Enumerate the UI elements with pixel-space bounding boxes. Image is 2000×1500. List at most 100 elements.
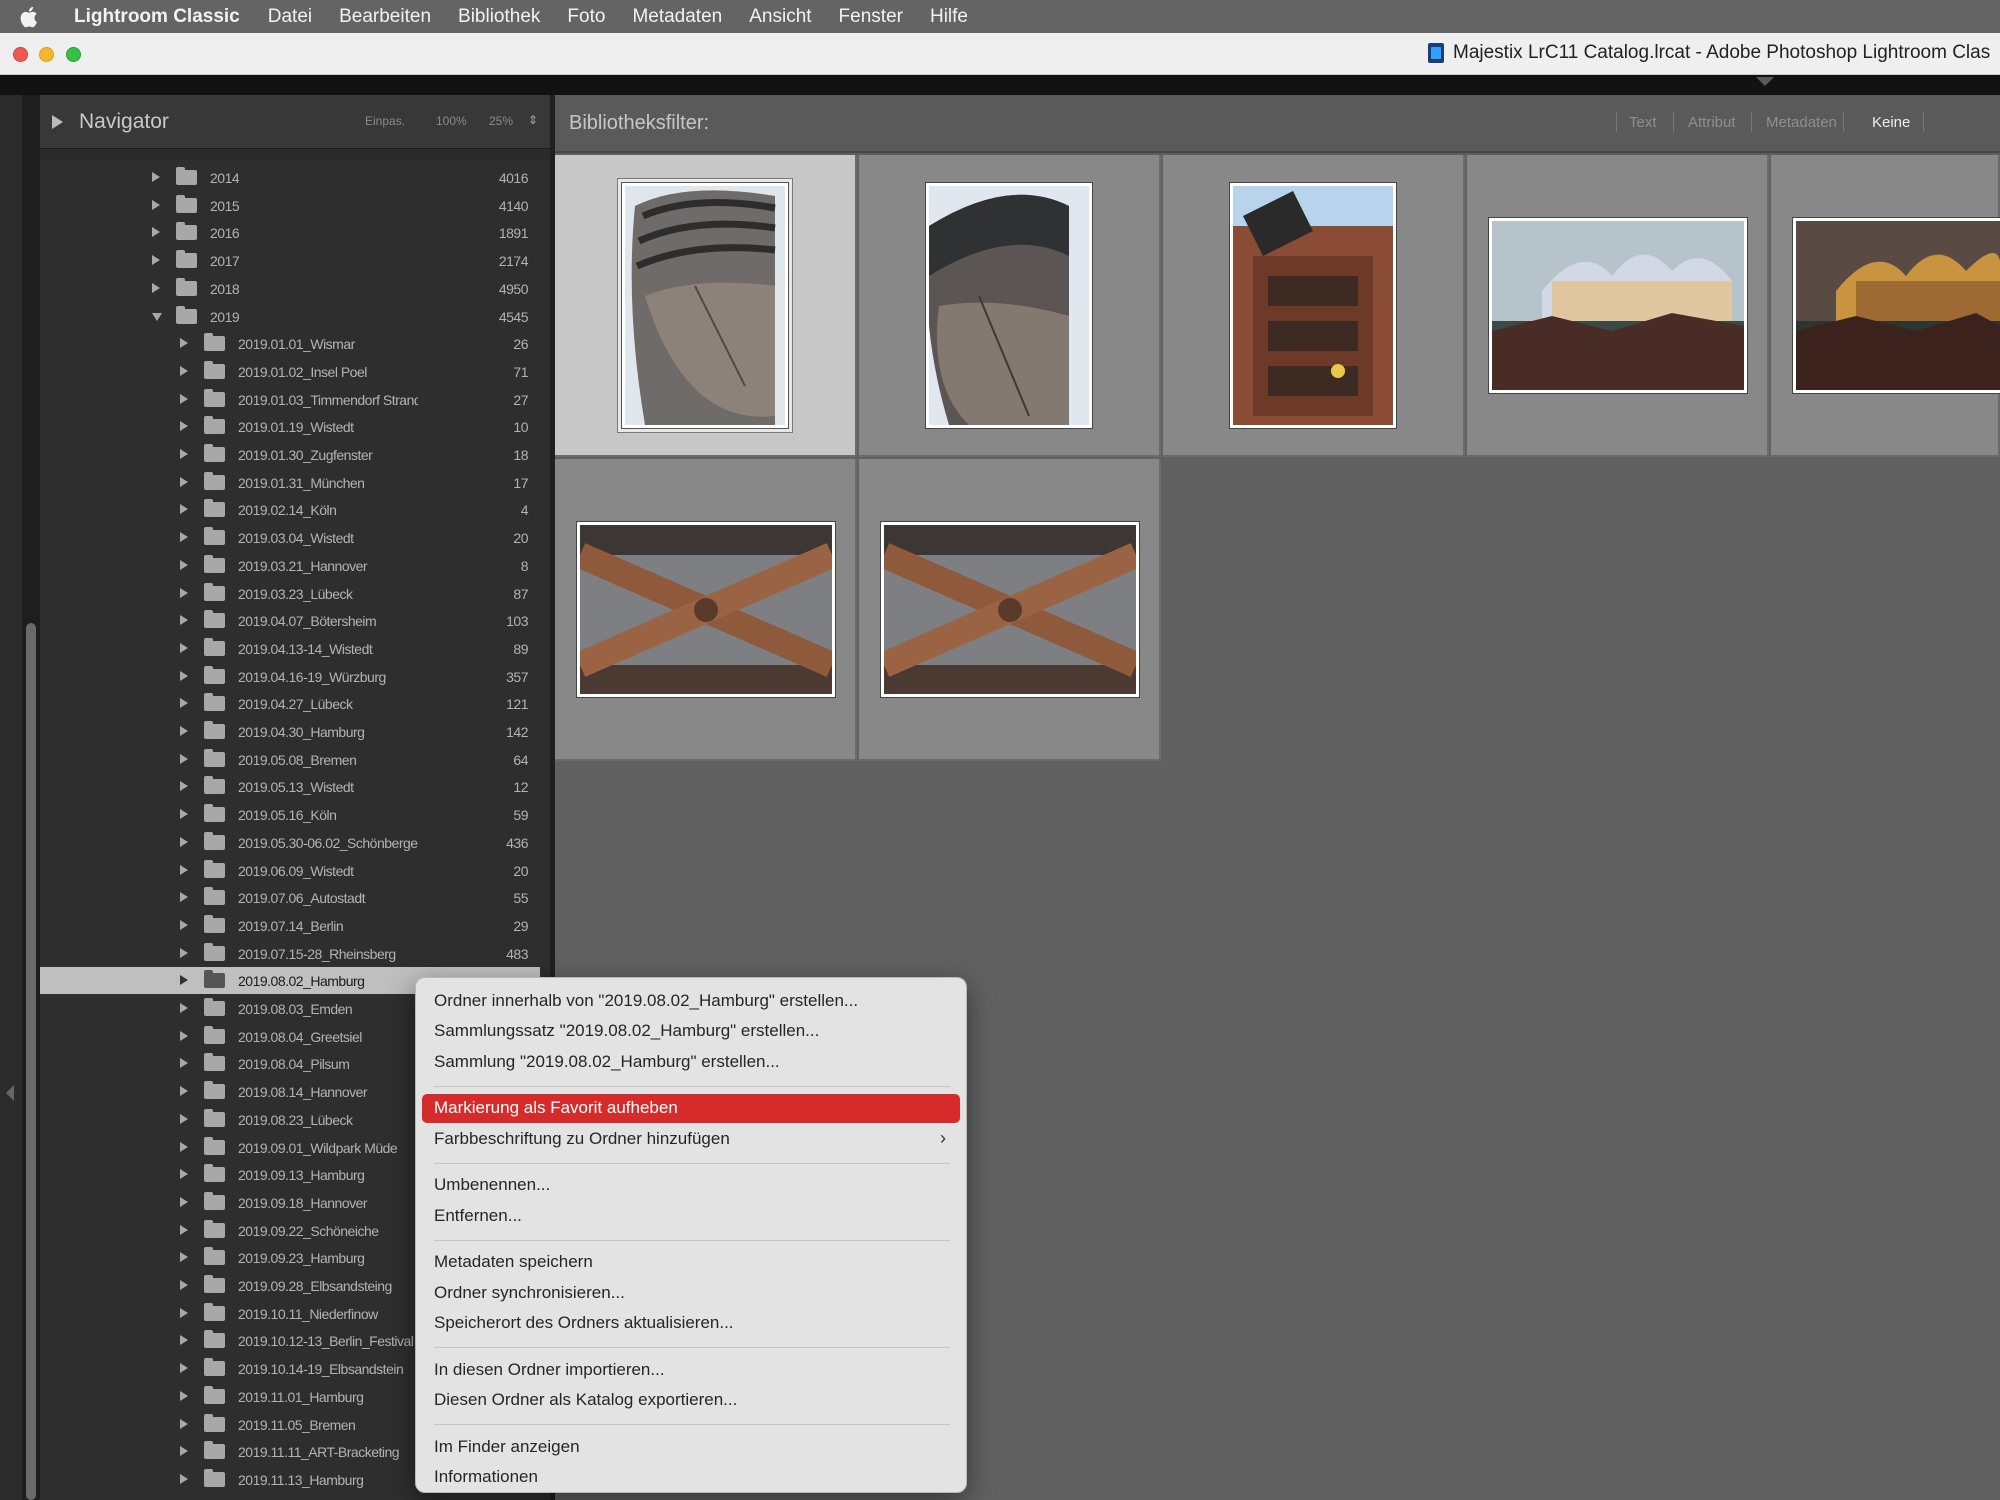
- disclosure-collapsed-icon[interactable]: [180, 560, 188, 570]
- disclosure-collapsed-icon[interactable]: [180, 504, 188, 514]
- context-menu-item[interactable]: Markierung als Favorit aufheben: [422, 1093, 960, 1123]
- disclosure-collapsed-icon[interactable]: [180, 1419, 188, 1429]
- grid-cell-4[interactable]: [1467, 155, 1769, 457]
- folder-row[interactable]: 2019.04.07_Bötersheim 103: [40, 607, 540, 634]
- folder-row[interactable]: 2019.03.21_Hannover 8: [40, 552, 540, 579]
- folder-row[interactable]: 2019.02.14_Köln 4: [40, 496, 540, 523]
- photo-thumbnail[interactable]: [1489, 218, 1747, 393]
- menu-fenster[interactable]: Fenster: [839, 6, 903, 28]
- folder-row[interactable]: 2019.04.13-14_Wistedt 89: [40, 635, 540, 662]
- menu-foto[interactable]: Foto: [567, 6, 605, 28]
- grid-cell-5[interactable]: [1771, 155, 2000, 457]
- folder-row[interactable]: 2019.04.16-19_Würzburg 357: [40, 663, 540, 690]
- disclosure-collapsed-icon[interactable]: [180, 1197, 188, 1207]
- disclosure-collapsed-icon[interactable]: [180, 671, 188, 681]
- filter-keine[interactable]: Keine: [1872, 114, 1910, 131]
- menu-hilfe[interactable]: Hilfe: [930, 6, 968, 28]
- filter-text[interactable]: Text: [1629, 114, 1657, 131]
- disclosure-collapsed-icon[interactable]: [180, 1114, 188, 1124]
- folder-row[interactable]: 2019.03.23_Lübeck 87: [40, 580, 540, 607]
- disclosure-collapsed-icon[interactable]: [180, 1169, 188, 1179]
- disclosure-collapsed-icon[interactable]: [180, 1363, 188, 1373]
- disclosure-collapsed-icon[interactable]: [180, 754, 188, 764]
- grid-cell-1[interactable]: [555, 155, 857, 457]
- folder-row[interactable]: 2019.07.06_Autostadt 55: [40, 884, 540, 911]
- menu-metadaten[interactable]: Metadaten: [632, 6, 722, 28]
- navigator-header[interactable]: Navigator Einpas. 100% 25% ⇕: [40, 95, 550, 149]
- folder-row[interactable]: 2019.04.30_Hamburg 142: [40, 718, 540, 745]
- disclosure-collapsed-icon[interactable]: [180, 726, 188, 736]
- photo-thumbnail[interactable]: [881, 522, 1139, 697]
- disclosure-collapsed-icon[interactable]: [180, 1280, 188, 1290]
- disclosure-collapsed-icon[interactable]: [180, 643, 188, 653]
- disclosure-collapsed-icon[interactable]: [180, 1003, 188, 1013]
- photo-thumbnail[interactable]: [1230, 183, 1396, 428]
- disclosure-collapsed-icon[interactable]: [180, 920, 188, 930]
- minimize-window-button[interactable]: [39, 47, 54, 62]
- context-menu-item[interactable]: Entfernen...: [422, 1201, 960, 1230]
- scrollbar-thumb[interactable]: [26, 623, 36, 1500]
- folder-row[interactable]: 2019.03.04_Wistedt 20: [40, 524, 540, 551]
- zoom-100[interactable]: 100%: [436, 114, 467, 128]
- disclosure-collapsed-icon[interactable]: [180, 865, 188, 875]
- disclosure-collapsed-icon[interactable]: [152, 227, 160, 237]
- filter-metadaten[interactable]: Metadaten: [1766, 114, 1837, 131]
- grid-cell-6[interactable]: [555, 459, 857, 761]
- context-menu-item[interactable]: Sammlung "2019.08.02_Hamburg" erstellen.…: [422, 1047, 960, 1076]
- disclosure-collapsed-icon[interactable]: [180, 477, 188, 487]
- context-menu-item[interactable]: Speicherort des Ordners aktualisieren...: [422, 1309, 960, 1338]
- context-menu-item[interactable]: Im Finder anzeigen: [422, 1432, 960, 1461]
- disclosure-collapsed-icon[interactable]: [152, 255, 160, 265]
- disclosure-collapsed-icon[interactable]: [180, 781, 188, 791]
- disclosure-collapsed-icon[interactable]: [152, 283, 160, 293]
- folder-row[interactable]: 2016 1891: [40, 219, 540, 246]
- disclosure-collapsed-icon[interactable]: [180, 366, 188, 376]
- disclosure-collapsed-icon[interactable]: [180, 892, 188, 902]
- disclosure-collapsed-icon[interactable]: [152, 172, 160, 182]
- left-panel-scrollbar[interactable]: [22, 95, 40, 1500]
- zoom-stepper-icon[interactable]: ⇕: [528, 113, 538, 127]
- menu-bearbeiten[interactable]: Bearbeiten: [339, 6, 431, 28]
- menu-datei[interactable]: Datei: [268, 6, 312, 28]
- context-menu-item[interactable]: Diesen Ordner als Katalog exportieren...: [422, 1386, 960, 1415]
- grid-cell-7[interactable]: [859, 459, 1161, 761]
- disclosure-collapsed-icon[interactable]: [180, 615, 188, 625]
- folder-row[interactable]: 2019.01.30_Zugfenster 18: [40, 441, 540, 468]
- left-panel-toggle-icon[interactable]: [6, 1085, 14, 1101]
- context-menu-item[interactable]: Ordner synchronisieren...: [422, 1278, 960, 1307]
- folder-row[interactable]: 2019.05.30-06.02_Schönberger Str... 436: [40, 829, 540, 856]
- folder-row[interactable]: 2019.07.14_Berlin 29: [40, 912, 540, 939]
- disclosure-collapsed-icon[interactable]: [180, 1058, 188, 1068]
- context-menu-item[interactable]: Informationen: [422, 1463, 960, 1492]
- disclosure-expanded-icon[interactable]: [152, 313, 162, 321]
- zoom-25[interactable]: 25%: [489, 114, 513, 128]
- folder-row[interactable]: 2019.01.03_Timmendorf Strand 27: [40, 386, 540, 413]
- fullscreen-window-button[interactable]: [66, 47, 81, 62]
- disclosure-collapsed-icon[interactable]: [180, 1031, 188, 1041]
- top-panel-toggle-icon[interactable]: [1756, 77, 1774, 86]
- photo-thumbnail[interactable]: [622, 183, 788, 428]
- folder-row[interactable]: 2019.07.15-28_Rheinsberg 483: [40, 940, 540, 967]
- folder-row[interactable]: 2014 4016: [40, 164, 540, 191]
- disclosure-collapsed-icon[interactable]: [180, 1308, 188, 1318]
- disclosure-collapsed-icon[interactable]: [152, 200, 160, 210]
- disclosure-collapsed-icon[interactable]: [180, 338, 188, 348]
- disclosure-collapsed-icon[interactable]: [180, 1391, 188, 1401]
- folder-row[interactable]: 2019.05.16_Köln 59: [40, 801, 540, 828]
- menu-ansicht[interactable]: Ansicht: [749, 6, 811, 28]
- expand-triangle-icon[interactable]: [52, 114, 63, 129]
- zoom-fit[interactable]: Einpas.: [365, 114, 405, 128]
- context-menu-item[interactable]: In diesen Ordner importieren...: [422, 1355, 960, 1384]
- folder-row[interactable]: 2019.05.13_Wistedt 12: [40, 773, 540, 800]
- menu-bibliothek[interactable]: Bibliothek: [458, 6, 540, 28]
- disclosure-collapsed-icon[interactable]: [180, 698, 188, 708]
- disclosure-collapsed-icon[interactable]: [180, 421, 188, 431]
- disclosure-collapsed-icon[interactable]: [180, 394, 188, 404]
- disclosure-collapsed-icon[interactable]: [180, 449, 188, 459]
- apple-menu-icon[interactable]: [18, 5, 56, 29]
- folder-row[interactable]: 2019.01.01_Wismar 26: [40, 330, 540, 357]
- folder-row[interactable]: 2019.06.09_Wistedt 20: [40, 857, 540, 884]
- disclosure-collapsed-icon[interactable]: [180, 948, 188, 958]
- grid-cell-2[interactable]: [859, 155, 1161, 457]
- context-menu-item[interactable]: Farbbeschriftung zu Ordner hinzufügen ›: [422, 1124, 960, 1153]
